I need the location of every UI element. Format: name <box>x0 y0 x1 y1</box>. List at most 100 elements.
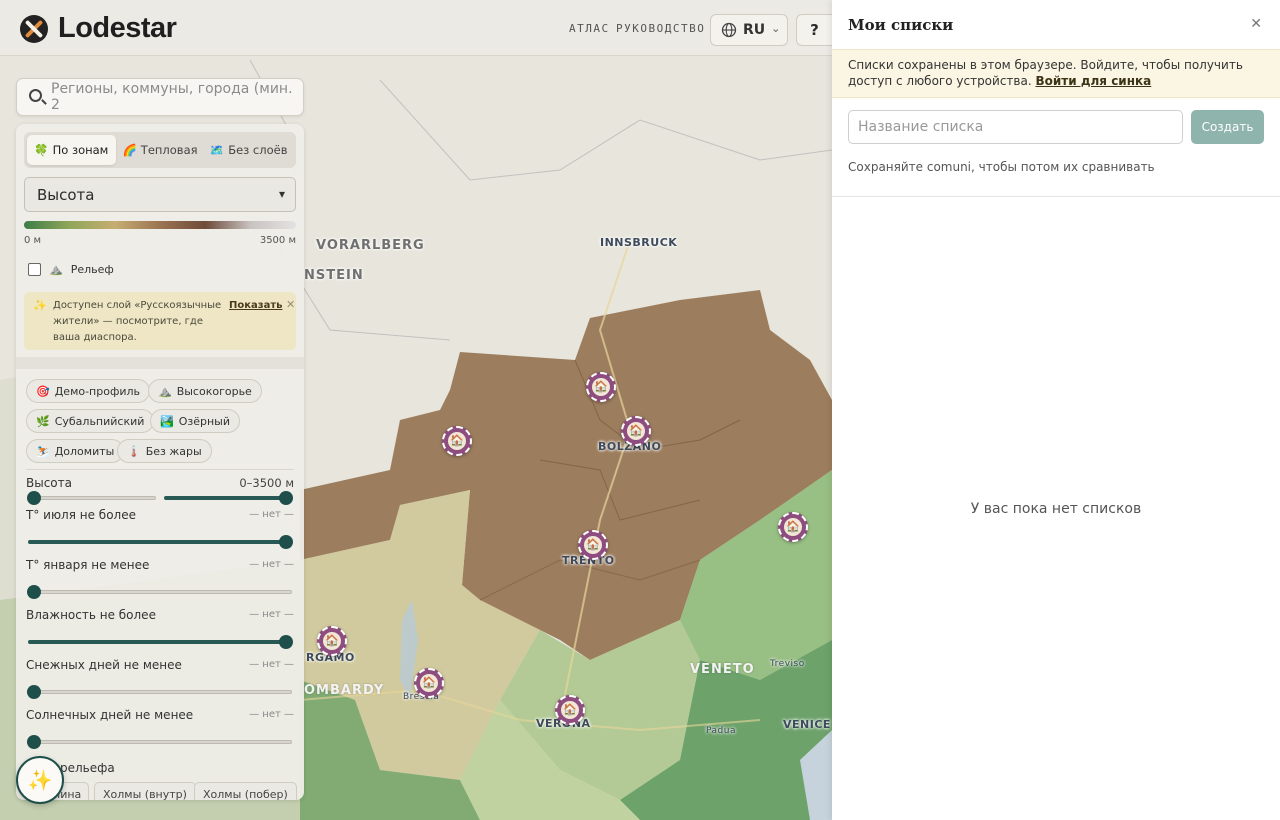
snow-days-slider-thumb[interactable] <box>27 685 41 699</box>
home-icon: 🏠 <box>627 422 645 440</box>
language-button[interactable]: RU ⌄ <box>710 14 788 46</box>
map-marker-home[interactable]: 🏠 <box>555 695 585 725</box>
home-icon: 🏠 <box>592 378 610 396</box>
thermometer-icon: 🌡️ <box>127 444 141 458</box>
chip-label: Без жары <box>145 444 202 458</box>
map-marker-home[interactable]: 🏠 <box>586 372 616 402</box>
sunny-days-slider-track[interactable] <box>28 740 292 744</box>
relief-checkbox[interactable] <box>28 263 41 276</box>
mode-label: По зонам <box>52 143 109 157</box>
filter-label-altitude: Высота <box>26 476 72 490</box>
filter-value-january-temp: — нет — <box>249 559 294 570</box>
filter-value-sunny-days: — нет — <box>249 709 294 720</box>
filter-label-sunny-days: Солнечных дней не менее <box>26 708 194 722</box>
humidity-slider-thumb[interactable] <box>279 635 293 649</box>
filter-label-january-temp: T° января не менее <box>26 558 150 572</box>
home-icon: 🏠 <box>323 632 341 650</box>
filter-value-altitude: 0–3500 м <box>239 476 294 490</box>
drawer-divider <box>832 196 1280 197</box>
altitude-slider-track-right[interactable] <box>164 496 292 500</box>
logo[interactable]: Lodestar <box>20 12 177 45</box>
chip-label: Доломиты <box>54 444 115 458</box>
mode-no-layers-tab[interactable]: 🗺️ Без слоёв <box>204 135 293 165</box>
home-icon: 🏠 <box>584 536 602 554</box>
create-list-button[interactable]: Создать <box>1191 110 1264 144</box>
preset-chip-subalpine[interactable]: 🌿 Субальпийский <box>26 409 155 433</box>
rainbow-icon: 🌈 <box>122 143 137 157</box>
map-label-padua: Padua <box>706 726 736 736</box>
map-marker-home[interactable]: 🏠 <box>317 626 347 656</box>
close-icon[interactable]: ✕ <box>1250 16 1262 32</box>
layer-select[interactable]: Высота ▾ <box>24 177 296 212</box>
filter-panel: 🍀 По зонам 🌈 Тепловая 🗺️ Без слоёв Высот… <box>16 124 304 800</box>
layer-notice: ✨ Доступен слой «Русскоязычные жители» —… <box>24 292 296 350</box>
relief-type-hills-coastal-chip[interactable]: Холмы (побер) <box>194 782 297 800</box>
list-name-input[interactable]: Название списка <box>848 110 1183 144</box>
notice-show-link[interactable]: Показать <box>229 298 282 314</box>
preset-chip-lake[interactable]: 🏞️ Озёрный <box>150 409 240 433</box>
chip-label: Субальпийский <box>54 414 145 428</box>
caret-down-icon: ▾ <box>278 187 285 201</box>
chip-label: Озёрный <box>178 414 230 428</box>
sparkles-icon: ✨ <box>33 299 47 312</box>
top-bar: Lodestar АТЛАС РУКОВОДСТВО RU ⌄ ? <box>0 0 832 56</box>
preset-chip-demo[interactable]: 🎯 Демо-профиль <box>26 379 151 403</box>
january-temp-slider-track[interactable] <box>28 590 292 594</box>
mode-label: Тепловая <box>140 143 198 157</box>
july-temp-slider-thumb[interactable] <box>279 535 293 549</box>
preset-chip-no-heat[interactable]: 🌡️ Без жары <box>117 439 212 463</box>
home-icon: 🏠 <box>448 432 466 450</box>
january-temp-slider-thumb[interactable] <box>27 585 41 599</box>
filter-label-snow-days: Снежных дней не менее <box>26 658 182 672</box>
map-marker-home[interactable]: 🏠 <box>778 512 808 542</box>
sunny-days-slider-thumb[interactable] <box>27 735 41 749</box>
search-icon <box>29 89 42 102</box>
altitude-slider-track-left[interactable] <box>28 496 156 500</box>
logo-text: Lodestar <box>58 12 177 44</box>
relief-label: Рельеф <box>70 263 114 276</box>
close-icon[interactable]: ✕ <box>286 297 295 313</box>
relief-type-hills-inner-chip[interactable]: Холмы (внутр) <box>94 782 196 800</box>
view-mode-switch: 🍀 По зонам 🌈 Тепловая 🗺️ Без слоёв <box>24 132 296 168</box>
map-marker-home[interactable]: 🏠 <box>621 416 651 446</box>
empty-state-text: У вас пока нет списков <box>970 501 1142 517</box>
altitude-max-thumb[interactable] <box>279 491 293 505</box>
mode-zones-tab[interactable]: 🍀 По зонам <box>27 135 116 165</box>
help-button[interactable]: ? <box>796 14 832 46</box>
search-placeholder: Регионы, коммуны, города (мин. 2 <box>51 81 293 113</box>
snow-days-slider-track[interactable] <box>28 690 292 694</box>
humidity-slider-track[interactable] <box>28 640 292 644</box>
relief-toggle[interactable]: ⛰️ Рельеф <box>28 263 114 276</box>
chip-label: Высокогорье <box>176 384 252 398</box>
map-marker-home[interactable]: 🏠 <box>578 530 608 560</box>
map-label-lombardy: OMBARDY <box>304 683 385 698</box>
map-label-vorarlberg: VORARLBERG <box>316 238 425 253</box>
filter-value-humidity: — нет — <box>249 609 294 620</box>
search-input[interactable]: Регионы, коммуны, города (мин. 2 <box>16 78 304 116</box>
nav-atlas-link[interactable]: АТЛАС <box>569 22 610 35</box>
mode-heatmap-tab[interactable]: 🌈 Тепловая <box>116 135 205 165</box>
legend-max-label: 3500 м <box>259 235 296 246</box>
herb-icon: 🌿 <box>36 414 50 428</box>
drawer-hint: Сохраняйте comuni, чтобы потом их сравни… <box>848 160 1155 174</box>
sync-login-link[interactable]: Войти для синка <box>1035 74 1151 88</box>
filter-label-humidity: Влажность не более <box>26 608 156 622</box>
map-label-liechtenstein: NSTEIN <box>304 268 364 283</box>
nav-guide-link[interactable]: РУКОВОДСТВО <box>616 22 705 35</box>
preset-chip-highland[interactable]: ⛰️ Высокогорье <box>148 379 262 403</box>
globe-icon <box>721 22 737 38</box>
map-marker-home[interactable]: 🏠 <box>414 668 444 698</box>
chip-label: Демо-профиль <box>54 384 141 398</box>
compass-logo-icon <box>20 14 48 43</box>
elevation-legend-gradient <box>24 221 296 229</box>
filter-label-july-temp: T° июля не более <box>26 508 136 522</box>
preset-chip-dolomites[interactable]: ⛷️ Доломиты <box>26 439 125 463</box>
july-temp-slider-track[interactable] <box>28 540 292 544</box>
map-marker-home[interactable]: 🏠 <box>442 426 472 456</box>
home-icon: 🏠 <box>420 674 438 692</box>
home-icon: 🏠 <box>561 701 579 719</box>
relief-type-label: рельефа <box>60 761 115 775</box>
skier-icon: ⛷️ <box>36 444 50 458</box>
altitude-min-thumb[interactable] <box>27 491 41 505</box>
magic-assistant-button[interactable]: ✨ <box>16 756 64 804</box>
